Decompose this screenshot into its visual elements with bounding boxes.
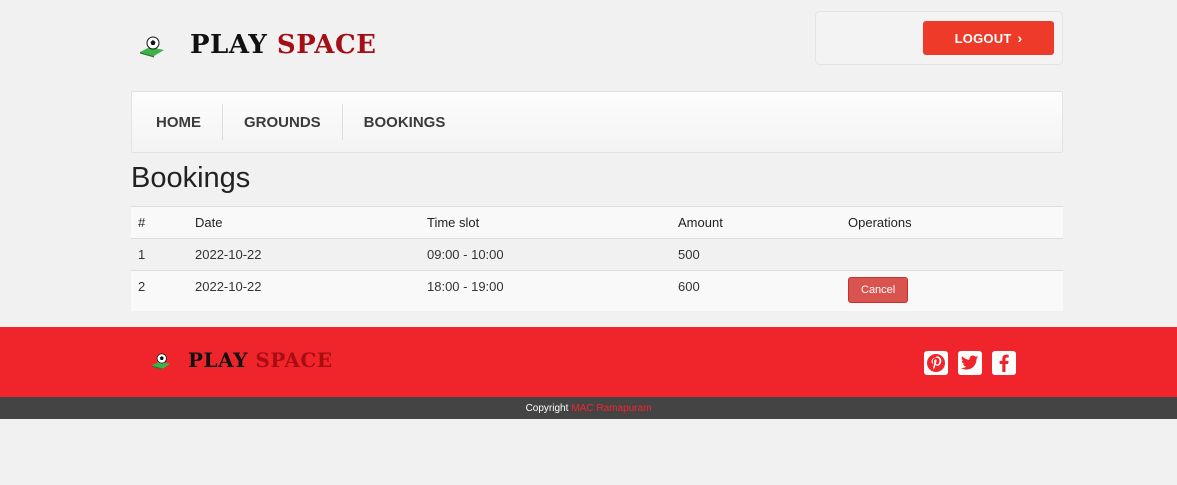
column-header-number: # [131, 206, 188, 239]
footer: PLAY SPACE [0, 327, 1177, 397]
footer-brand-name: PLAY SPACE [188, 348, 333, 372]
cell-amount: 600 [671, 270, 841, 311]
user-box: LOGOUT › [815, 11, 1063, 65]
nav-item-bookings[interactable]: BOOKINGS [343, 104, 467, 140]
footer-logo[interactable]: PLAY SPACE [150, 348, 333, 372]
logout-button[interactable]: LOGOUT › [923, 21, 1054, 55]
copyright-label: Copyright [525, 402, 569, 414]
cell-time-slot: 09:00 - 10:00 [420, 238, 671, 271]
twitter-icon[interactable] [958, 351, 982, 375]
facebook-icon[interactable] [992, 351, 1016, 375]
header: PLAY SPACE LOGOUT › [0, 0, 1177, 90]
cell-date: 2022-10-22 [188, 238, 420, 271]
copyright-bar: Copyright MAC Ramapuram [0, 397, 1177, 419]
cell-operations: Cancel [841, 270, 1063, 311]
brand-word-2: SPACE [276, 30, 377, 60]
social-links [924, 351, 1026, 375]
soccer-field-icon [140, 36, 164, 58]
cell-amount: 500 [671, 238, 841, 271]
table-row: 1 2022-10-22 09:00 - 10:00 500 [131, 238, 1063, 271]
cell-number: 2 [131, 270, 188, 311]
table-row: 2 2022-10-22 18:00 - 19:00 600 Cancel [131, 270, 1063, 311]
cell-operations [841, 238, 1063, 271]
brand-word-2: SPACE [255, 348, 333, 372]
copyright-link[interactable]: MAC Ramapuram [571, 403, 651, 414]
soccer-field-icon [151, 353, 171, 370]
column-header-time-slot: Time slot [420, 206, 671, 239]
cell-time-slot: 18:00 - 19:00 [420, 270, 671, 311]
nav-item-home[interactable]: HOME [132, 104, 223, 140]
brand-word-1: PLAY [188, 348, 248, 372]
chevron-right-icon: › [1017, 30, 1023, 46]
table-header-row: # Date Time slot Amount Operations [131, 206, 1063, 239]
column-header-date: Date [188, 206, 420, 239]
cancel-booking-button[interactable]: Cancel [848, 277, 909, 303]
bookings-table: # Date Time slot Amount Operations 1 202… [131, 206, 1063, 311]
cell-date: 2022-10-22 [188, 270, 420, 311]
logout-label: LOGOUT [954, 30, 1012, 46]
main-nav: HOME GROUNDS BOOKINGS [131, 91, 1063, 153]
column-header-amount: Amount [671, 206, 841, 239]
brand-logo[interactable]: PLAY SPACE [138, 30, 376, 60]
brand-word-1: PLAY [190, 30, 268, 60]
column-header-operations: Operations [841, 206, 1063, 239]
brand-name: PLAY SPACE [190, 30, 376, 60]
nav-item-grounds[interactable]: GROUNDS [223, 104, 343, 140]
cell-number: 1 [131, 238, 188, 271]
page-title: Bookings [131, 162, 251, 194]
pinterest-icon[interactable] [924, 351, 948, 375]
